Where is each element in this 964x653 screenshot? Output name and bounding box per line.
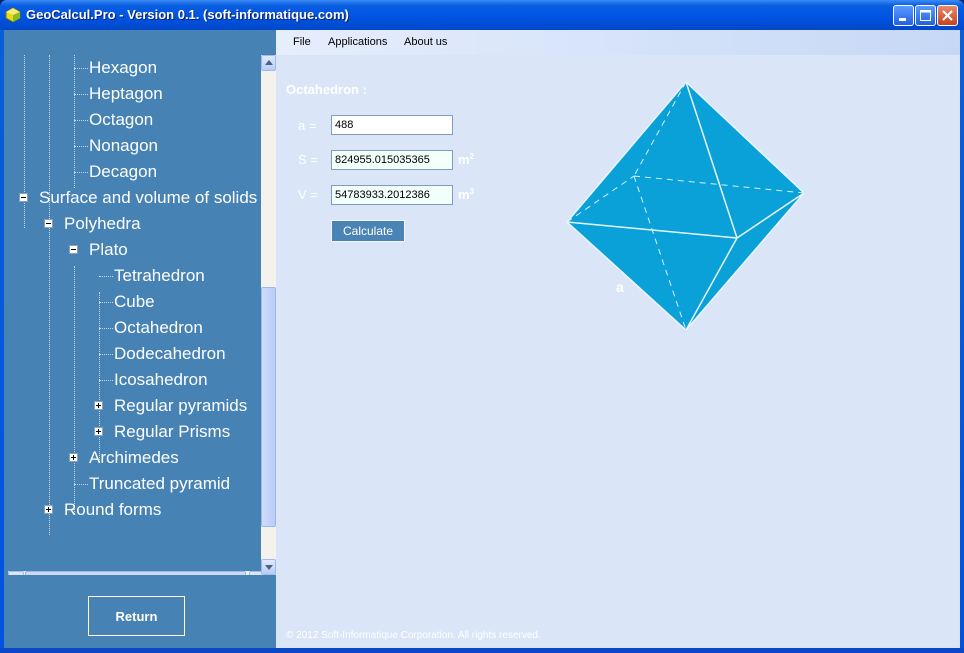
app-window: GeoCalcul.Pro - Version 0.1. (soft-infor… xyxy=(0,0,964,653)
tree-guide-line xyxy=(49,55,50,535)
octahedron-silhouette xyxy=(565,80,804,330)
octahedron-diagram: a xyxy=(565,80,804,330)
tree-item-round-forms[interactable]: Round forms xyxy=(64,499,161,521)
scroll-right-button[interactable] xyxy=(249,571,261,575)
tree-connector xyxy=(99,302,113,303)
volume-unit: m3 xyxy=(458,187,474,202)
collapse-polyhedra-icon[interactable] xyxy=(44,219,53,228)
tree-guide-line xyxy=(99,292,100,462)
close-button[interactable] xyxy=(937,5,958,26)
expand-regular-pyramids-icon[interactable] xyxy=(94,401,103,410)
tree-guide-line xyxy=(24,55,25,228)
collapse-plato-icon[interactable] xyxy=(69,245,78,254)
minimize-icon xyxy=(899,18,906,21)
calculate-button[interactable]: Calculate xyxy=(331,220,405,242)
vertical-scroll-thumb[interactable] xyxy=(261,287,276,527)
copyright-notice: © 2012 Soft-Informatique Corporation. Al… xyxy=(286,630,541,641)
tree-connector xyxy=(74,172,88,173)
main-content: File Applications About us Octahedron : … xyxy=(276,30,960,648)
tree-item-nonagon[interactable]: Nonagon xyxy=(89,135,158,157)
horizontal-scroll-thumb[interactable] xyxy=(25,571,246,575)
tree-item-decagon[interactable]: Decagon xyxy=(89,161,157,183)
surface-unit-exponent: 2 xyxy=(469,152,475,161)
horizontal-scrollbar[interactable] xyxy=(8,571,261,575)
expand-regular-prisms-icon[interactable] xyxy=(94,427,103,436)
tree-item-regular-pyramids[interactable]: Regular pyramids xyxy=(114,395,247,417)
tree-item-plato[interactable]: Plato xyxy=(89,239,128,261)
volume-output[interactable] xyxy=(331,185,453,205)
return-button[interactable]: Return xyxy=(88,596,185,636)
a-input[interactable] xyxy=(331,115,453,135)
maximize-button[interactable] xyxy=(915,5,936,26)
section-title: Octahedron : xyxy=(286,82,367,97)
tree-item-archimedes[interactable]: Archimedes xyxy=(89,447,179,469)
maximize-icon xyxy=(920,10,931,21)
tree-connector xyxy=(74,120,88,121)
minimize-button[interactable] xyxy=(893,5,914,26)
tree-guide-line xyxy=(74,266,75,514)
tree-item-surface-volume-solids[interactable]: Surface and volume of solids xyxy=(39,187,257,209)
tree-item-heptagon[interactable]: Heptagon xyxy=(89,83,163,105)
close-icon xyxy=(942,10,953,21)
tree-guide-line xyxy=(74,55,75,188)
s-label: S = xyxy=(298,152,318,167)
window-title: GeoCalcul.Pro - Version 0.1. (soft-infor… xyxy=(26,7,349,22)
tree-item-polyhedra[interactable]: Polyhedra xyxy=(64,213,141,235)
app-icon xyxy=(5,7,21,23)
tree-item-octagon[interactable]: Octagon xyxy=(89,109,153,131)
menu-about-us[interactable]: About us xyxy=(404,36,447,48)
tree-item-octahedron[interactable]: Octahedron xyxy=(114,317,203,339)
edge-label-a: a xyxy=(616,279,624,295)
scroll-up-button[interactable] xyxy=(261,55,276,71)
tree-item-hexagon[interactable]: Hexagon xyxy=(89,57,157,79)
tree-connector xyxy=(99,380,113,381)
menu-bar: File Applications About us xyxy=(276,30,960,55)
menu-applications[interactable]: Applications xyxy=(328,36,387,48)
title-bar[interactable]: GeoCalcul.Pro - Version 0.1. (soft-infor… xyxy=(0,0,964,30)
arrow-down-icon xyxy=(265,565,273,570)
menu-file[interactable]: File xyxy=(293,36,311,48)
tree-item-dodecahedron[interactable]: Dodecahedron xyxy=(114,343,226,365)
tree-connector xyxy=(99,354,113,355)
collapse-surface-volume-icon[interactable] xyxy=(19,193,28,202)
window-bottom-border xyxy=(0,648,964,653)
scroll-left-button[interactable] xyxy=(8,571,24,575)
arrow-up-icon xyxy=(265,60,273,65)
volume-unit-base: m xyxy=(458,187,470,202)
tree-connector xyxy=(74,68,88,69)
tree-item-regular-prisms[interactable]: Regular Prisms xyxy=(114,421,230,443)
tree-item-tetrahedron[interactable]: Tetrahedron xyxy=(114,265,205,287)
tree-connector xyxy=(99,328,113,329)
tree-connector xyxy=(74,484,88,485)
tree-item-truncated-pyramid[interactable]: Truncated pyramid xyxy=(89,473,230,495)
vertical-scrollbar[interactable] xyxy=(261,55,276,575)
tree-connector xyxy=(74,94,88,95)
tree-connector xyxy=(99,276,113,277)
tree-connector xyxy=(74,146,88,147)
expand-archimedes-icon[interactable] xyxy=(69,453,78,462)
expand-round-forms-icon[interactable] xyxy=(44,505,53,514)
tree-item-cube[interactable]: Cube xyxy=(114,291,155,313)
surface-unit: m2 xyxy=(458,152,474,167)
category-tree[interactable]: Hexagon Heptagon Octagon Nonagon Decagon… xyxy=(8,55,261,575)
surface-output[interactable] xyxy=(331,150,453,170)
navigation-panel: Hexagon Heptagon Octagon Nonagon Decagon… xyxy=(4,30,276,648)
tree-item-icosahedron[interactable]: Icosahedron xyxy=(114,369,208,391)
volume-unit-exponent: 3 xyxy=(469,187,475,196)
scroll-down-button[interactable] xyxy=(261,559,276,575)
a-label: a = xyxy=(298,118,317,133)
surface-unit-base: m xyxy=(458,152,470,167)
v-label: V = xyxy=(298,187,318,202)
